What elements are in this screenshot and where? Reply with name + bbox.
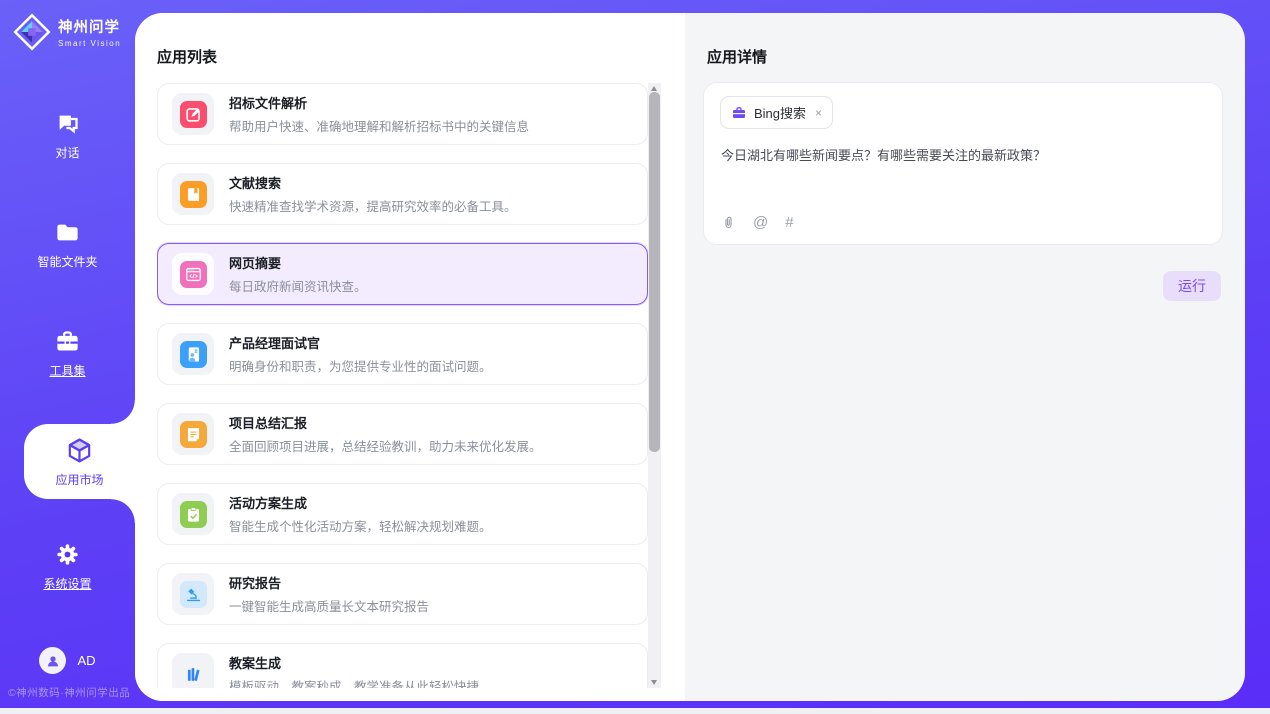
avatar: [39, 647, 66, 674]
app-name: 招标文件解析: [229, 93, 529, 112]
brand-name: 神州问学: [58, 16, 121, 37]
app-card[interactable]: 教案生成 模板驱动，教案秒成，教学准备从此轻松快捷: [157, 643, 648, 688]
app-icon-frame: [172, 173, 214, 215]
app-description: 智能生成个性化活动方案，轻松解决规划难题。: [229, 516, 492, 535]
app-list: 招标文件解析 帮助用户快速、准确地理解和解析招标书中的关键信息 文献搜索 快速精…: [157, 83, 648, 688]
brand-subtitle: Smart Vision: [58, 39, 121, 48]
user-initials: AD: [77, 653, 95, 668]
hash-icon[interactable]: #: [785, 214, 793, 231]
copyright-text: ©神州数码·神州问学出品: [8, 685, 130, 700]
sidebar-item-chat[interactable]: 对话: [0, 110, 135, 161]
app-detail-title: 应用详情: [707, 46, 767, 67]
app-card[interactable]: 文献搜索 快速精准查找学术资源，提高研究效率的必备工具。: [157, 163, 648, 225]
toolbox-icon: [54, 328, 81, 355]
app-list-panel: 应用列表 招标文件解析 帮助用户快速、准确地理解和解析招标书中的关键信息 文献搜…: [135, 13, 685, 701]
sidebar: 神州问学 Smart Vision 对话 智能文件夹: [0, 0, 135, 708]
sidebar-item-settings[interactable]: 系统设置: [0, 541, 135, 592]
app-icon: [180, 261, 207, 288]
content-card: 应用列表 招标文件解析 帮助用户快速、准确地理解和解析招标书中的关键信息 文献搜…: [135, 13, 1245, 701]
app-name: 网页摘要: [229, 253, 367, 272]
sidebar-item-label: 智能文件夹: [37, 253, 97, 270]
app-description: 快速精准查找学术资源，提高研究效率的必备工具。: [229, 196, 517, 215]
user-account[interactable]: AD: [0, 647, 135, 674]
person-icon: [45, 653, 61, 669]
briefcase-icon: [731, 105, 747, 121]
sidebar-item-app-market[interactable]: 应用市场: [24, 424, 135, 499]
app-icon-frame: [172, 653, 214, 688]
brand-logo: 神州问学 Smart Vision: [13, 13, 121, 51]
app-icon: [180, 101, 207, 128]
app-card[interactable]: 产品经理面试官 明确身份和职责，为您提供专业性的面试问题。: [157, 323, 648, 385]
sidebar-item-label: 系统设置: [43, 575, 91, 592]
app-icon-frame: [172, 573, 214, 615]
scroll-up-icon[interactable]: [651, 86, 657, 91]
app-card[interactable]: 招标文件解析 帮助用户快速、准确地理解和解析招标书中的关键信息: [157, 83, 648, 145]
app-card[interactable]: 活动方案生成 智能生成个性化活动方案，轻松解决规划难题。: [157, 483, 648, 545]
app-card[interactable]: 项目总结汇报 全面回顾项目进展，总结经验教训，助力未来优化发展。: [157, 403, 648, 465]
app-icon: [180, 341, 207, 368]
app-icon: [180, 181, 207, 208]
app-name: 研究报告: [229, 573, 429, 592]
chat-icon: [54, 110, 81, 137]
app-icon-frame: [172, 253, 214, 295]
scrollbar[interactable]: [648, 83, 661, 688]
app-card[interactable]: 研究报告 一键智能生成高质量长文本研究报告: [157, 563, 648, 625]
tab-curve-top: [111, 400, 135, 424]
app-name: 项目总结汇报: [229, 413, 542, 432]
app-window: 神州问学 Smart Vision 对话 智能文件夹: [0, 0, 1270, 714]
scroll-down-icon[interactable]: [651, 680, 657, 685]
app-icon: [180, 581, 207, 608]
app-description: 每日政府新闻资讯快查。: [229, 276, 367, 295]
app-icon: [180, 661, 207, 688]
app-name: 文献搜索: [229, 173, 517, 192]
tab-curve-bottom: [111, 499, 135, 523]
app-description: 模板驱动，教案秒成，教学准备从此轻松快捷: [229, 676, 479, 688]
app-description: 帮助用户快速、准确地理解和解析招标书中的关键信息: [229, 116, 529, 135]
app-icon-frame: [172, 493, 214, 535]
query-input[interactable]: 今日湖北有哪些新闻要点？有哪些需要关注的最新政策？: [721, 146, 1206, 166]
app-icon-frame: [172, 413, 214, 455]
app-list-title: 应用列表: [157, 46, 217, 67]
mention-icon[interactable]: @: [753, 214, 768, 231]
diamond-logo-icon: [13, 13, 51, 51]
tool-chip-bing-search[interactable]: Bing搜索 ×: [720, 96, 833, 129]
composer-card[interactable]: Bing搜索 × 今日湖北有哪些新闻要点？有哪些需要关注的最新政策？ @ #: [703, 82, 1223, 245]
chip-close-icon[interactable]: ×: [815, 106, 822, 120]
sidebar-item-label: 应用市场: [55, 471, 103, 488]
folder-icon: [54, 219, 81, 246]
run-button[interactable]: 运行: [1163, 271, 1221, 301]
app-description: 全面回顾项目进展，总结经验教训，助力未来优化发展。: [229, 436, 542, 455]
app-name: 教案生成: [229, 653, 479, 672]
app-description: 明确身份和职责，为您提供专业性的面试问题。: [229, 356, 492, 375]
app-icon-frame: [172, 333, 214, 375]
scrollbar-thumb[interactable]: [649, 92, 660, 452]
cube-icon: [65, 436, 94, 465]
gear-icon: [54, 541, 81, 568]
app-detail-panel: 应用详情 Bing搜索 × 今日湖北有哪些新闻要点？有哪些需要关注的最新政策？: [685, 13, 1245, 701]
app-name: 活动方案生成: [229, 493, 492, 512]
app-description: 一键智能生成高质量长文本研究报告: [229, 596, 429, 615]
sidebar-item-toolset[interactable]: 工具集: [0, 328, 135, 379]
app-name: 产品经理面试官: [229, 333, 492, 352]
app-icon: [180, 421, 207, 448]
app-icon: [180, 501, 207, 528]
sidebar-item-label: 工具集: [49, 362, 85, 379]
sidebar-item-smart-folder[interactable]: 智能文件夹: [0, 219, 135, 270]
sidebar-item-label: 对话: [55, 144, 79, 161]
tool-chip-label: Bing搜索: [754, 103, 806, 122]
app-card[interactable]: 网页摘要 每日政府新闻资讯快查。: [157, 243, 648, 305]
composer-toolbar: @ #: [721, 214, 794, 231]
app-icon-frame: [172, 93, 214, 135]
paperclip-icon[interactable]: [721, 214, 736, 231]
